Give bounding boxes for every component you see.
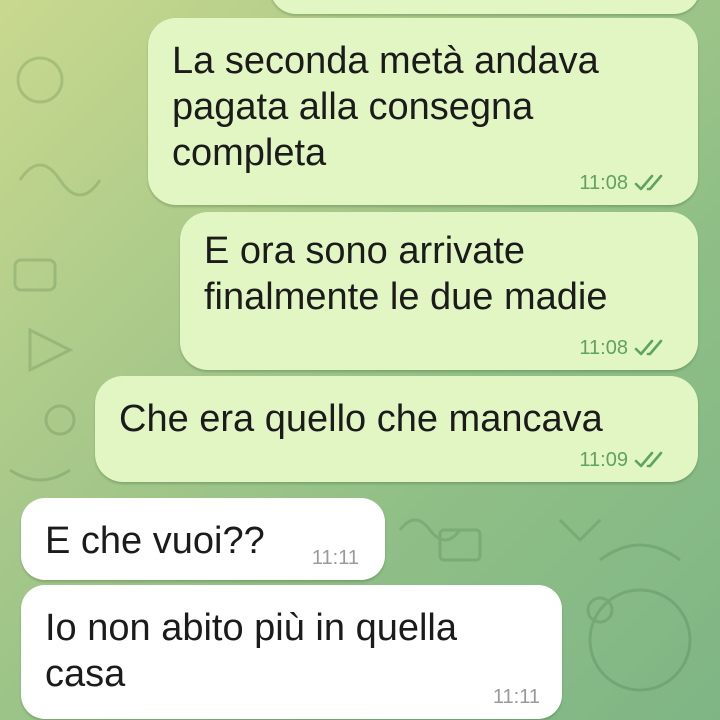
previous-message-bubble-partial: [270, 0, 700, 14]
outgoing-message-bubble[interactable]: E ora sono arrivate finalmente le due ma…: [180, 212, 698, 370]
outgoing-message-bubble[interactable]: La seconda metà andava pagata alla conse…: [148, 18, 698, 205]
message-text: Io non abito più in quella casa: [45, 607, 457, 695]
incoming-message-bubble[interactable]: E che vuoi?? 11:11: [21, 498, 385, 580]
message-time: 11:09: [579, 449, 628, 471]
double-check-icon: [634, 451, 663, 468]
message-time: 11:08: [579, 172, 628, 194]
incoming-message-bubble[interactable]: Io non abito più in quella casa 11:11: [21, 585, 562, 719]
message-meta: 11:11: [493, 685, 540, 709]
message-meta: 11:08: [579, 336, 668, 360]
message-meta: 11:09: [579, 448, 668, 472]
message-meta: 11:11: [312, 546, 359, 570]
message-time: 11:08: [579, 337, 628, 359]
double-check-icon: [634, 174, 663, 191]
message-text: Che era quello che mancava: [119, 398, 603, 440]
outgoing-message-bubble[interactable]: Che era quello che mancava 11:09: [95, 376, 698, 482]
message-text: E ora sono arrivate finalmente le due ma…: [204, 230, 608, 318]
message-meta: 11:08: [579, 171, 668, 195]
double-check-icon: [634, 339, 663, 356]
message-time: 11:11: [311, 547, 359, 569]
message-time: 11:11: [492, 686, 540, 708]
message-text: La seconda metà andava pagata alla conse…: [172, 40, 599, 174]
